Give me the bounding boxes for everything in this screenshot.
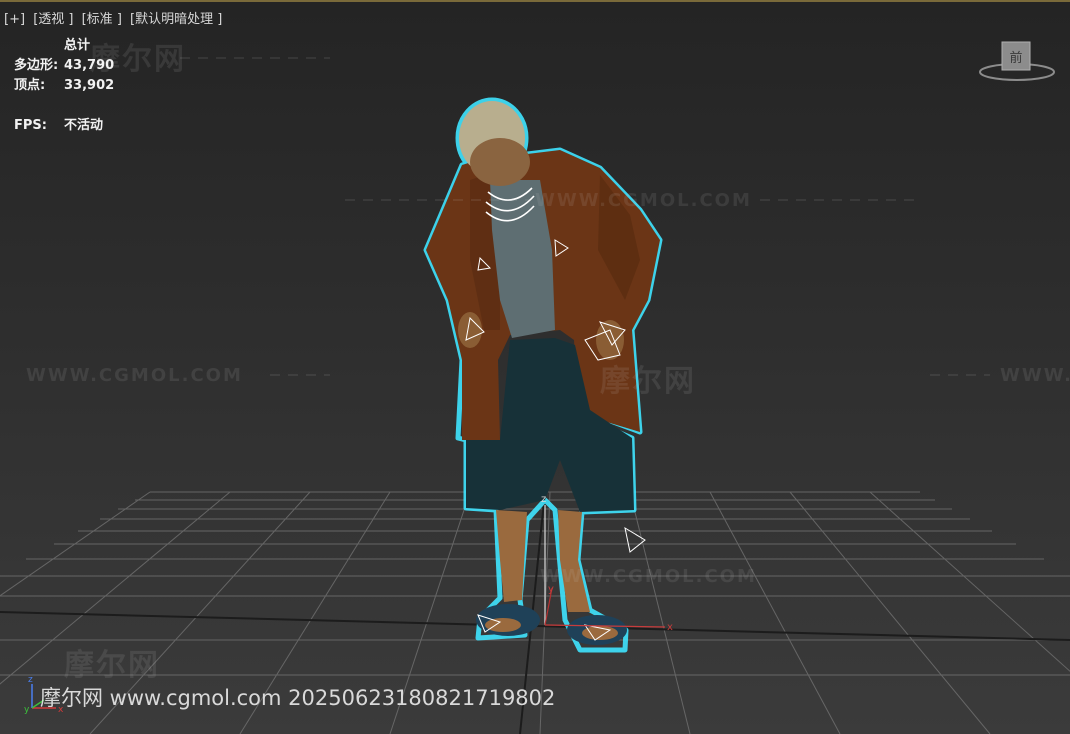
svg-text:x: x <box>667 622 673 633</box>
viewport-label-menu: [+] [透视 ] [标准 ] [默认明暗处理 ] <box>4 8 226 27</box>
statistics-overlay: 总计 多边形: 43,790 顶点: 33,902 FPS: 不活动 <box>14 36 114 136</box>
perspective-viewport[interactable]: z x y z y x 摩尔网 WWW.CGMOL.COM WWW.CGMOL.… <box>0 0 1070 734</box>
viewport-standard-menu[interactable]: [标准 ] <box>82 12 122 27</box>
viewcube-face-label: 前 <box>1009 50 1022 66</box>
watermark-brand: 摩尔网 <box>64 648 160 683</box>
viewport-pov-menu[interactable]: [透视 ] <box>33 12 73 27</box>
viewcube-icon[interactable]: 前 <box>978 38 1056 88</box>
watermark-url: WWW.CGMOL.COM <box>535 190 752 211</box>
svg-text:z: z <box>28 675 33 685</box>
stats-verts-label: 顶点: <box>14 78 46 93</box>
watermark-url: WWW.CGMOL.COM <box>540 566 757 587</box>
viewport-shading-menu[interactable]: [默认明暗处理 ] <box>130 12 222 27</box>
stats-fps-label: FPS: <box>14 118 47 133</box>
viewport-general-menu[interactable]: [+] <box>4 12 25 27</box>
stats-total-header: 总计 <box>64 38 91 53</box>
footer-watermark-text: 摩尔网 www.cgmol.com 20250623180821719802 <box>40 686 556 710</box>
svg-text:y: y <box>24 705 30 715</box>
stats-polys-label: 多边形: <box>14 58 59 73</box>
stats-verts-value: 33,902 <box>64 78 115 93</box>
stats-polys-value: 43,790 <box>64 58 115 73</box>
watermark-brand: 摩尔网 <box>600 364 696 399</box>
watermark-url: WWW.CGMOL.COM <box>26 365 243 386</box>
stats-fps-value: 不活动 <box>64 118 104 133</box>
watermark-url: WWW.CGMOL.COM <box>1000 365 1070 386</box>
svg-text:z: z <box>541 494 546 505</box>
